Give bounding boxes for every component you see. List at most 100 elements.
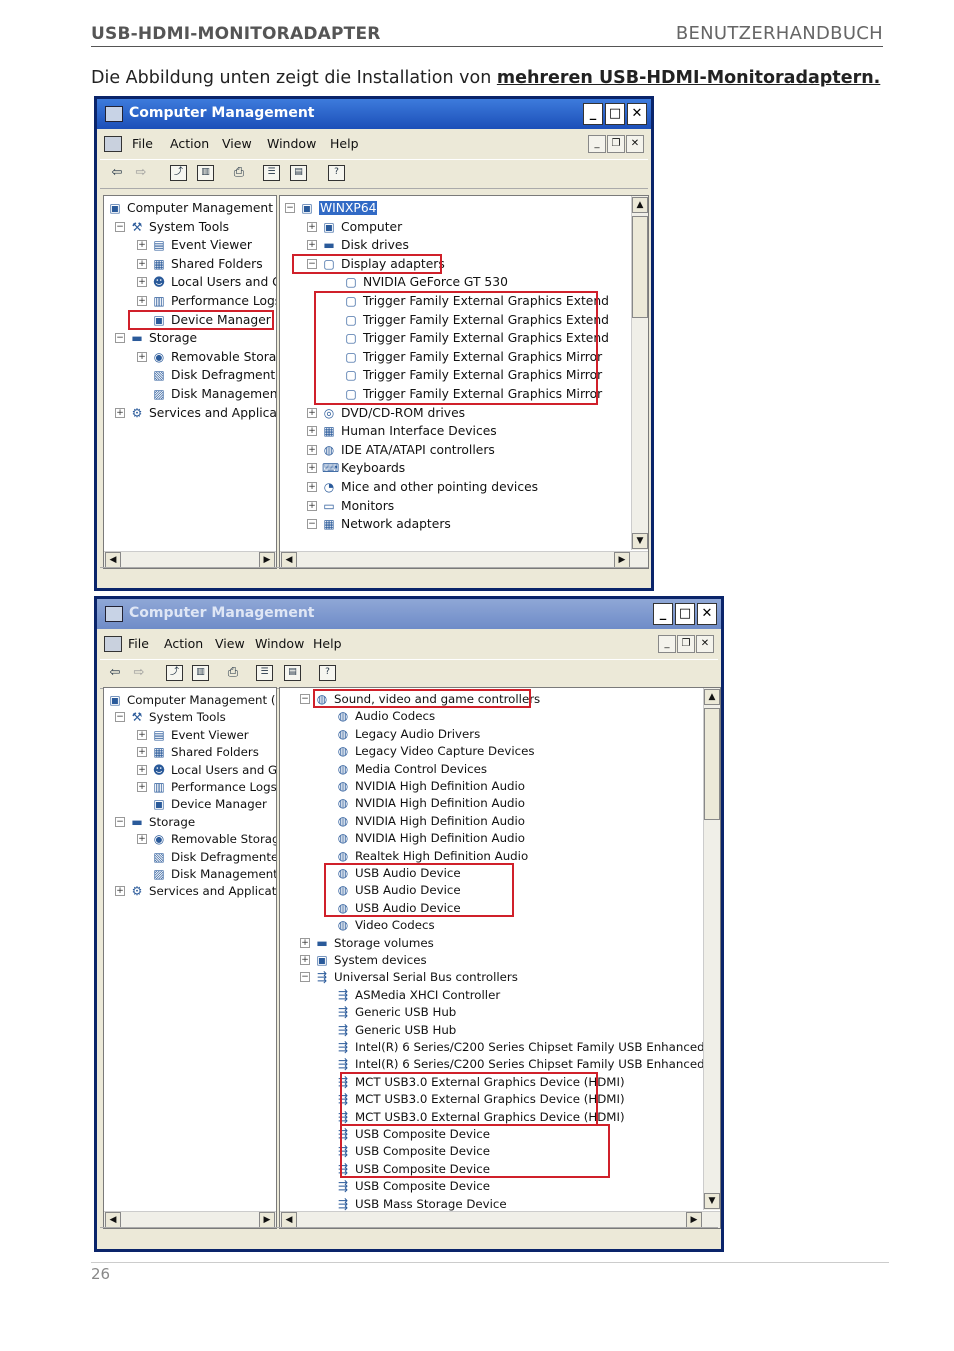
tree-item[interactable]: Monitors xyxy=(341,497,394,515)
expand-icon[interactable]: + xyxy=(137,351,147,362)
vertical-scrollbar[interactable]: ▲ ▼ xyxy=(631,196,648,550)
expand-icon[interactable]: + xyxy=(307,221,317,232)
scroll-up-icon[interactable]: ▲ xyxy=(632,197,648,213)
tree-item[interactable]: Disk drives xyxy=(341,236,409,254)
properties-icon[interactable]: ☰ xyxy=(263,165,280,181)
properties-icon[interactable]: ☰ xyxy=(256,665,273,681)
collapse-icon[interactable]: − xyxy=(115,333,125,344)
menu-action[interactable]: Action xyxy=(170,136,209,151)
scroll-left-icon[interactable]: ◀ xyxy=(105,552,121,568)
expand-icon[interactable]: + xyxy=(307,407,317,418)
expand-icon[interactable]: + xyxy=(137,834,147,845)
tree-item[interactable]: Disk Defragmenter xyxy=(171,848,276,866)
expand-icon[interactable]: + xyxy=(300,955,310,965)
tree-item[interactable]: Video Codecs xyxy=(355,916,435,934)
print-icon[interactable]: ⎙ xyxy=(224,665,242,681)
tree-item[interactable]: Human Interface Devices xyxy=(341,422,497,440)
expand-icon[interactable]: + xyxy=(307,444,317,455)
collapse-icon[interactable]: − xyxy=(300,972,310,983)
collapse-icon[interactable]: − xyxy=(307,519,317,530)
tree-item[interactable]: NVIDIA High Definition Audio xyxy=(355,794,525,812)
scroll-down-icon[interactable]: ▼ xyxy=(632,533,648,549)
collapse-icon[interactable]: − xyxy=(300,694,310,704)
expand-icon[interactable]: + xyxy=(115,407,125,418)
tree-item[interactable]: Intel(R) 6 Series/C200 Series Chipset Fa… xyxy=(355,1055,720,1073)
collapse-icon[interactable]: − xyxy=(115,712,125,723)
horizontal-scrollbar[interactable]: ◀ ▶ xyxy=(280,1211,720,1228)
tree-item[interactable]: Local Users and Grc xyxy=(171,761,276,779)
export-list-icon[interactable]: ▤ xyxy=(284,665,301,681)
export-list-icon[interactable]: ▤ xyxy=(290,165,307,181)
tree-item[interactable]: System Tools xyxy=(149,218,229,236)
tree-item[interactable]: Storage xyxy=(149,813,195,831)
tree-item[interactable]: Computer Management (Lo xyxy=(127,691,276,709)
scroll-thumb[interactable] xyxy=(632,216,648,318)
show-hide-tree-icon[interactable]: ▥ xyxy=(197,165,214,181)
expand-icon[interactable]: + xyxy=(307,426,317,437)
scroll-left-icon[interactable]: ◀ xyxy=(281,1212,297,1228)
tree-item[interactable]: Shared Folders xyxy=(171,743,259,761)
horizontal-scrollbar[interactable]: ◀ ▶ xyxy=(104,551,276,568)
app-menu-icon[interactable] xyxy=(104,136,122,152)
scroll-right-icon[interactable]: ▶ xyxy=(259,1212,275,1228)
minimize-button[interactable]: _ xyxy=(583,103,603,125)
tree-item[interactable]: Services and Applicat xyxy=(149,404,276,422)
tree-item[interactable]: Local Users and G xyxy=(171,273,276,291)
tree-item[interactable]: Realtek High Definition Audio xyxy=(355,847,528,865)
tree-item[interactable]: Event Viewer xyxy=(171,726,249,744)
horizontal-scrollbar[interactable]: ◀ ▶ xyxy=(280,551,648,568)
tree-item[interactable]: Removable Storage xyxy=(171,830,276,848)
tree-item[interactable]: NVIDIA GeForce GT 530 xyxy=(363,273,508,291)
app-menu-icon[interactable] xyxy=(104,636,122,652)
title-bar[interactable]: Computer Management _ □ ✕ xyxy=(97,99,651,129)
expand-icon[interactable]: + xyxy=(137,277,147,288)
tree-item[interactable]: Performance Logs xyxy=(171,292,276,310)
scroll-up-icon[interactable]: ▲ xyxy=(704,689,720,705)
tree-item[interactable]: Shared Folders xyxy=(171,255,263,273)
scroll-thumb[interactable] xyxy=(704,708,720,820)
child-minimize-button[interactable]: _ xyxy=(658,635,676,653)
scroll-left-icon[interactable]: ◀ xyxy=(281,552,297,568)
expand-icon[interactable]: + xyxy=(137,782,147,792)
child-close-button[interactable]: ✕ xyxy=(626,135,644,153)
tree-item[interactable]: Media Control Devices xyxy=(355,760,487,778)
tree-item[interactable]: NVIDIA High Definition Audio xyxy=(355,812,525,830)
child-minimize-button[interactable]: _ xyxy=(588,135,606,153)
expand-icon[interactable]: + xyxy=(307,463,317,474)
expand-icon[interactable]: + xyxy=(137,258,147,269)
help-icon[interactable]: ? xyxy=(319,665,336,681)
forward-arrow-icon[interactable]: ⇨ xyxy=(132,165,150,181)
expand-icon[interactable]: + xyxy=(300,937,310,948)
tree-item[interactable]: NVIDIA High Definition Audio xyxy=(355,777,525,795)
console-tree-pane[interactable]: ▣ Computer Management (Lo − ⚒ System Tools + ▤… xyxy=(103,687,277,1229)
tree-item[interactable]: Universal Serial Bus controllers xyxy=(334,968,518,986)
expand-icon[interactable]: + xyxy=(307,240,317,251)
tree-item[interactable]: Legacy Video Capture Devices xyxy=(355,742,535,760)
up-folder-icon[interactable]: ⤴ xyxy=(166,665,183,681)
scroll-left-icon[interactable]: ◀ xyxy=(105,1212,121,1228)
back-arrow-icon[interactable]: ⇦ xyxy=(106,665,124,681)
expand-icon[interactable]: + xyxy=(137,747,147,758)
show-hide-tree-icon[interactable]: ▥ xyxy=(192,665,209,681)
collapse-icon[interactable]: − xyxy=(285,203,295,213)
console-tree-pane[interactable]: ▣ Computer Management (L − ⚒ System Tools + ▤ E… xyxy=(103,195,277,569)
tree-item[interactable]: IDE ATA/ATAPI controllers xyxy=(341,441,495,459)
tree-item[interactable]: Disk Management xyxy=(171,865,276,883)
forward-arrow-icon[interactable]: ⇨ xyxy=(130,665,148,681)
tree-item[interactable]: USB Mass Storage Device xyxy=(355,1195,507,1213)
tree-item[interactable]: Device Manager xyxy=(171,795,267,813)
expand-icon[interactable]: + xyxy=(307,500,317,511)
menu-window[interactable]: Window xyxy=(255,636,304,651)
tree-item[interactable]: Storage volumes xyxy=(334,934,434,952)
print-icon[interactable]: ⎙ xyxy=(230,165,248,181)
expand-icon[interactable]: + xyxy=(137,240,147,251)
tree-item[interactable]: Legacy Audio Drivers xyxy=(355,725,480,743)
minimize-button[interactable]: _ xyxy=(653,603,673,625)
scroll-right-icon[interactable]: ▶ xyxy=(259,552,275,568)
tree-item[interactable]: USB Composite Device xyxy=(355,1177,490,1195)
tree-item[interactable]: Computer Management (L xyxy=(127,199,276,217)
menu-action[interactable]: Action xyxy=(164,636,203,651)
child-restore-button[interactable]: ❐ xyxy=(607,135,625,153)
menu-help[interactable]: Help xyxy=(330,136,359,151)
tree-item[interactable]: Generic USB Hub xyxy=(355,1021,456,1039)
